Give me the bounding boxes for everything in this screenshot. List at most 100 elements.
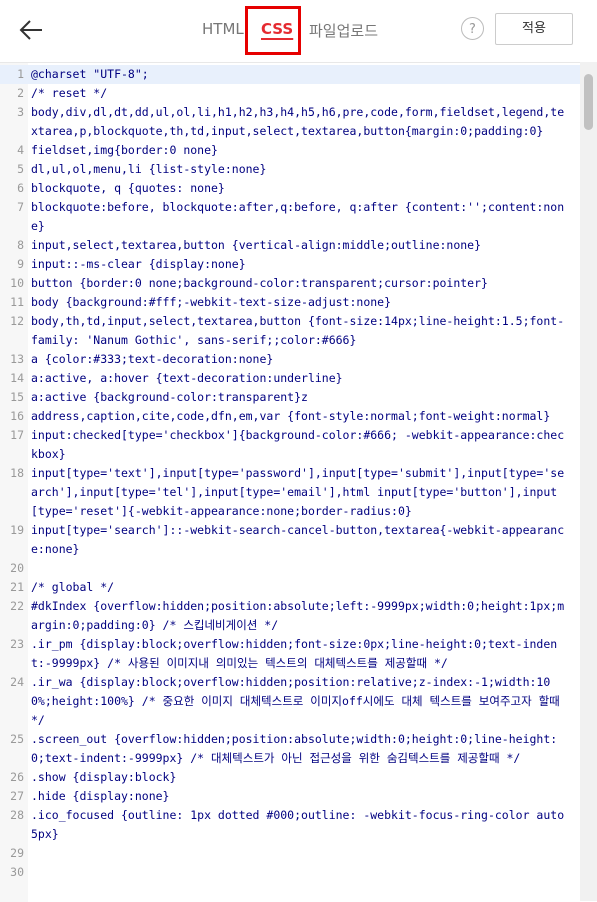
code-line[interactable]: 22 #dkIndex {overflow:hidden;position:abs… [0,597,580,635]
code-line[interactable]: 4 fieldset,img{border:0 none} [0,141,580,160]
code-line[interactable]: 15 a:active {background-color:transparent… [0,388,580,407]
scrollbar-thumb[interactable] [584,74,593,130]
code-line[interactable]: 27 .hide {display:none} [0,787,580,806]
line-number: 21 [10,580,24,594]
tab-html[interactable]: HTML [202,20,244,38]
line-code[interactable]: /* reset */ [24,84,571,103]
code-line[interactable]: 26 .show {display:block} [0,768,580,787]
line-code[interactable]: /* global */ [24,578,571,597]
code-line[interactable]: 23 .ir_pm {display:block;overflow:hidden;… [0,635,580,673]
line-code[interactable]: input::-ms-clear {display:none} [24,255,571,274]
line-number: 23 [10,637,24,651]
line-code[interactable]: body,div,dl,dt,dd,ul,ol,li,h1,h2,h3,h4,h… [24,103,571,141]
line-number: 22 [10,599,24,613]
code-line[interactable]: 9 input::-ms-clear {display:none} [0,255,580,274]
code-line[interactable]: 21/* global */ [0,578,580,597]
line-code[interactable] [24,559,571,578]
line-number: 14 [10,371,24,385]
line-number: 17 [10,428,24,442]
line-code[interactable]: body,th,td,input,select,textarea,button … [24,312,571,350]
line-number: 27 [10,789,24,803]
code-line[interactable]: 17 input:checked[type='checkbox']{backgro… [0,426,580,464]
line-code[interactable]: address,caption,cite,code,dfn,em,var {fo… [24,407,571,426]
code-line[interactable]: 25 .screen_out {overflow:hidden;position:… [0,730,580,768]
code-line[interactable]: 7 blockquote:before, blockquote:after,q:b… [0,198,580,236]
line-code[interactable]: input[type='search']::-webkit-search-can… [24,521,571,559]
line-number: 8 [17,238,24,252]
code-line[interactable]: 8 input,select,textarea,button {vertical-… [0,236,580,255]
line-code[interactable]: body {background:#fff;-webkit-text-size-… [24,293,571,312]
line-code[interactable]: fieldset,img{border:0 none} [24,141,571,160]
code-line[interactable]: 11 body {background:#fff;-webkit-text-siz… [0,293,580,312]
code-line[interactable]: 18 input[type='text'],input[type='passwor… [0,464,580,521]
code-line[interactable]: 20 [0,559,580,578]
code-line[interactable]: 24 .ir_wa {display:block;overflow:hidden;… [0,673,580,730]
apply-button[interactable]: 적용 [495,13,573,45]
code-line[interactable]: 28 .ico_focused {outline: 1px dotted #000… [0,806,580,844]
code-line[interactable]: 29 [0,844,580,863]
line-number: 9 [17,257,24,271]
line-number: 19 [10,523,24,537]
tab-file-upload[interactable]: 파일업로드 [309,20,378,41]
line-number: 26 [10,770,24,784]
line-code[interactable]: .screen_out {overflow:hidden;position:ab… [24,730,571,768]
line-code[interactable]: .ir_pm {display:block;overflow:hidden;fo… [24,635,571,673]
line-code[interactable]: dl,ul,ol,menu,li {list-style:none} [24,160,571,179]
code-line[interactable]: 13 a {color:#333;text-decoration:none} [0,350,580,369]
line-code[interactable]: a {color:#333;text-decoration:none} [24,350,571,369]
line-number: 30 [10,865,24,879]
line-number: 5 [17,162,24,176]
line-number: 4 [17,143,24,157]
line-number: 18 [10,466,24,480]
line-code[interactable]: .ir_wa {display:block;overflow:hidden;po… [24,673,571,730]
code-line[interactable]: 2/* reset */ [0,84,580,103]
line-number: 3 [17,105,24,119]
line-number: 2 [17,86,24,100]
line-code[interactable]: input,select,textarea,button {vertical-a… [24,236,571,255]
code-line[interactable]: 12 body,th,td,input,select,textarea,butto… [0,312,580,350]
code-line[interactable]: 10 button {border:0 none;background-color… [0,274,580,293]
line-number: 28 [10,808,24,822]
code-line[interactable]: 16 address,caption,cite,code,dfn,em,var {… [0,407,580,426]
line-code[interactable]: @charset "UTF-8"; [24,65,571,84]
line-code[interactable]: .ico_focused {outline: 1px dotted #000;o… [24,806,571,844]
line-code[interactable]: input[type='text'],input[type='password'… [24,464,571,521]
code-line[interactable]: 3 body,div,dl,dt,dd,ul,ol,li,h1,h2,h3,h4,… [0,103,580,141]
line-number: 11 [10,295,24,309]
code-line[interactable]: 6 blockquote, q {quotes: none} [0,179,580,198]
header-bar: HTML CSS 파일업로드 ? 적용 [0,0,597,60]
line-number: 20 [10,561,24,575]
css-tab-highlight-box [245,6,301,55]
line-code[interactable]: blockquote, q {quotes: none} [24,179,571,198]
line-code[interactable]: .hide {display:none} [24,787,571,806]
line-number: 7 [17,200,24,214]
line-code[interactable]: input:checked[type='checkbox']{backgroun… [24,426,571,464]
editor-scrollbar[interactable] [580,62,597,901]
line-code[interactable] [24,863,571,882]
line-code[interactable]: blockquote:before, blockquote:after,q:be… [24,198,571,236]
line-code[interactable]: button {border:0 none;background-color:t… [24,274,571,293]
line-number: 15 [10,390,24,404]
line-number: 6 [17,181,24,195]
help-button[interactable]: ? [461,17,484,40]
css-code-editor[interactable]: 1 @charset "UTF-8"; 2/* reset */3 body,div,… [0,62,597,902]
line-number: 16 [10,409,24,423]
line-number: 24 [10,675,24,689]
code-line[interactable]: 14 a:active, a:hover {text-decoration:und… [0,369,580,388]
code-line[interactable]: 1 @charset "UTF-8"; [0,65,580,84]
line-number: 25 [10,732,24,746]
line-code[interactable]: a:active {background-color:transparent}z [24,388,571,407]
line-number: 13 [10,352,24,366]
line-code[interactable] [24,844,571,863]
code-line[interactable]: 30 [0,863,580,882]
code-line[interactable]: 5 dl,ul,ol,menu,li {list-style:none} [0,160,580,179]
line-code[interactable]: #dkIndex {overflow:hidden;position:absol… [24,597,571,635]
code-line[interactable]: 19 input[type='search']::-webkit-search-c… [0,521,580,559]
line-number: 1 [17,67,24,81]
line-number: 12 [10,314,24,328]
line-code[interactable]: a:active, a:hover {text-decoration:under… [24,369,571,388]
line-code[interactable]: .show {display:block} [24,768,571,787]
line-number: 29 [10,846,24,860]
line-number: 10 [10,276,24,290]
code-lines: 1 @charset "UTF-8"; 2/* reset */3 body,div,… [0,65,580,882]
